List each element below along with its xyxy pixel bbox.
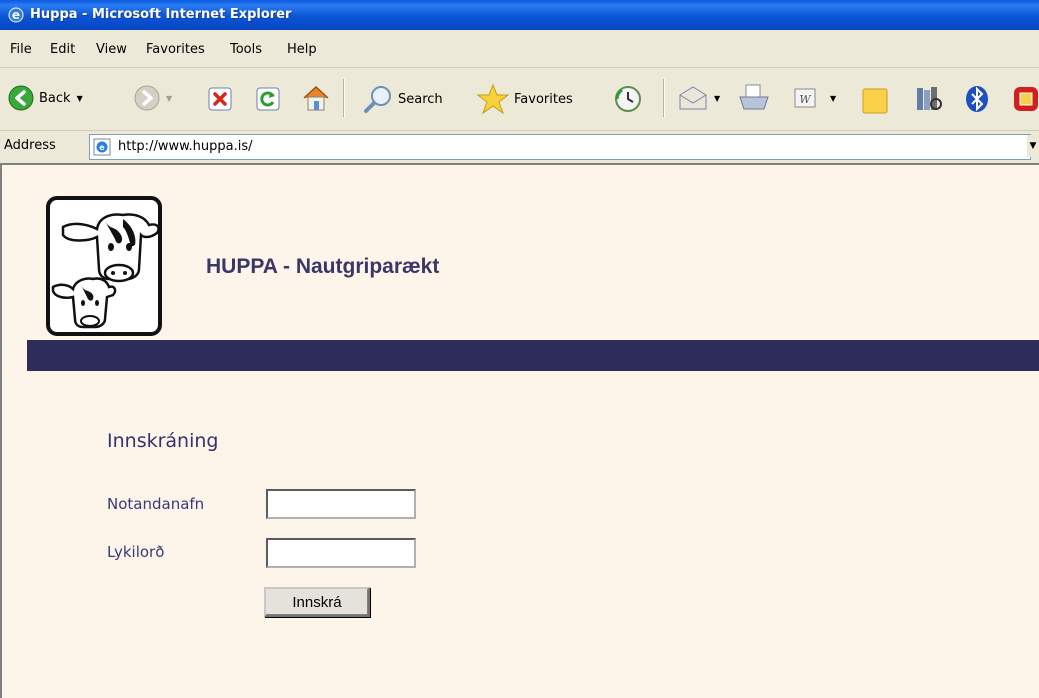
window-titlebar: e Huppa - Microsoft Internet Explorer <box>0 0 1039 30</box>
forward-button[interactable]: ▼ <box>134 85 172 111</box>
menu-bar: File Edit View Favorites Tools Help <box>0 30 1039 68</box>
standard-toolbar: Back ▼ ▼ Search Favorites ▼ W ▼ <box>0 68 1039 130</box>
search-label: Search <box>398 91 443 107</box>
login-submit-button[interactable]: Innskrá <box>264 587 370 617</box>
menu-edit[interactable]: Edit <box>50 42 75 57</box>
stop-icon[interactable] <box>208 87 232 111</box>
discuss-note-icon[interactable] <box>861 87 889 115</box>
svg-text:e: e <box>12 8 20 22</box>
magnifier-icon <box>364 86 391 113</box>
messenger-icon[interactable] <box>1013 85 1039 113</box>
ie-page-icon: e <box>93 138 111 156</box>
forward-arrow-icon <box>134 85 160 111</box>
search-button[interactable]: Search <box>363 84 443 114</box>
back-label: Back <box>39 90 71 106</box>
password-label: Lykilorð <box>107 543 165 561</box>
svg-text:W: W <box>799 93 812 106</box>
address-label: Address <box>4 138 56 153</box>
ie-logo-icon: e <box>8 7 24 23</box>
mail-button[interactable]: ▼ <box>678 85 720 111</box>
mail-icon <box>679 86 707 110</box>
forward-dropdown-icon[interactable]: ▼ <box>166 94 172 103</box>
address-url: http://www.huppa.is/ <box>118 139 253 154</box>
bluetooth-icon[interactable] <box>965 85 989 113</box>
header-banner-bar <box>27 340 1039 371</box>
menu-tools[interactable]: Tools <box>230 42 262 57</box>
username-input[interactable] <box>266 489 416 519</box>
toolbar-separator <box>343 79 345 117</box>
history-icon[interactable] <box>614 85 642 113</box>
cow-logo-icon <box>46 196 162 336</box>
address-dropdown-icon[interactable]: ▼ <box>1027 135 1039 157</box>
menu-view[interactable]: View <box>96 42 127 57</box>
favorites-button[interactable]: Favorites <box>477 83 573 115</box>
favorites-label: Favorites <box>514 91 573 107</box>
back-button[interactable]: Back ▼ <box>8 85 83 111</box>
address-input[interactable]: e http://www.huppa.is/ <box>89 134 1031 160</box>
menu-file[interactable]: File <box>10 42 32 57</box>
site-title: HUPPA - Nautgriparækt <box>206 255 440 278</box>
refresh-icon[interactable] <box>256 87 280 111</box>
research-books-icon[interactable] <box>914 84 944 114</box>
window-title: Huppa - Microsoft Internet Explorer <box>30 7 292 22</box>
back-dropdown-icon[interactable]: ▼ <box>77 94 83 103</box>
mail-dropdown-icon[interactable]: ▼ <box>714 94 720 103</box>
home-icon[interactable] <box>301 84 331 112</box>
login-heading: Innskráning <box>107 430 219 452</box>
username-label: Notandanafn <box>107 495 205 513</box>
edit-dropdown-icon[interactable]: ▼ <box>830 94 836 103</box>
password-input[interactable] <box>266 538 416 568</box>
edit-with-word-button[interactable]: W ▼ <box>794 87 836 109</box>
svg-text:e: e <box>99 143 105 152</box>
menu-help[interactable]: Help <box>287 42 317 57</box>
back-arrow-icon <box>8 85 34 111</box>
print-icon[interactable] <box>737 83 771 115</box>
toolbar-separator <box>663 79 665 117</box>
menu-favorites[interactable]: Favorites <box>146 42 205 57</box>
address-bar: Address e http://www.huppa.is/ ▼ <box>0 130 1039 163</box>
favorites-star-icon <box>477 83 509 115</box>
word-document-icon: W <box>794 88 816 108</box>
